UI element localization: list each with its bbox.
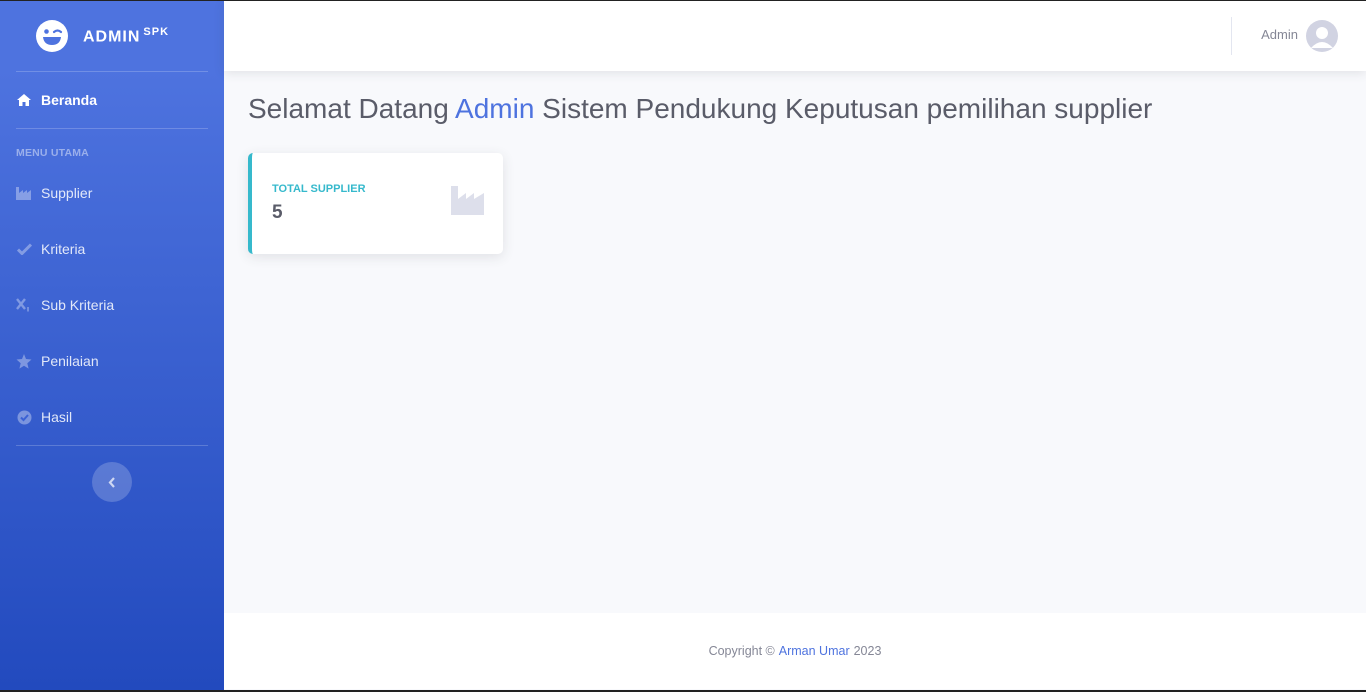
brand-sup: SPK [143,25,170,38]
sidebar-item-label: Penilaian [41,353,99,369]
sidebar-item-hasil[interactable]: Hasil [0,389,224,445]
chevron-left-icon [108,476,115,488]
sidebar-item-supplier[interactable]: Supplier [0,165,224,221]
card-value: 5 [272,202,283,223]
sidebar-item-kriteria[interactable]: Kriteria [0,221,224,277]
subscript-icon [16,297,32,313]
footer: Copyright © Arman Umar 2023 [224,613,1366,689]
footer-author-link[interactable]: Arman Umar [779,644,850,658]
topbar-divider [1231,17,1232,55]
footer-year: 2023 [853,644,882,658]
sidebar-item-label: Supplier [41,185,93,201]
sidebar-item-sub-kriteria[interactable]: Sub Kriteria [0,277,224,333]
industry-icon [16,185,32,201]
sidebar-item-penilaian[interactable]: Penilaian [0,333,224,389]
sidebar: ADMIN SPK Beranda MENU UTAMA Supplier Kri… [0,1,224,690]
title-highlight: Admin [455,93,535,124]
laugh-wink-icon [35,20,68,52]
brand-name: ADMIN [82,28,141,46]
brand[interactable]: ADMIN SPK [0,1,224,71]
sidebar-item-label: Hasil [41,409,73,425]
star-icon [16,353,32,369]
home-icon [16,92,32,108]
sidebar-item-label: Kriteria [41,241,86,257]
footer-copyright: Copyright © [708,644,775,658]
title-pre: Selamat Datang [248,93,456,124]
sidebar-item-beranda[interactable]: Beranda [0,72,224,128]
check-icon [16,241,32,257]
sidebar-toggle-button[interactable] [92,462,132,502]
sidebar-heading: MENU UTAMA [16,147,89,159]
check-circle-icon [16,409,32,425]
user-avatar-icon[interactable] [1306,20,1338,52]
user-name[interactable]: Admin [1261,27,1298,42]
title-post: Sistem Pendukung Keputusan pemilihan sup… [534,93,1153,124]
sidebar-item-label: Beranda [41,92,98,108]
topbar: Admin [224,1,1366,71]
card-label: TOTAL SUPPLIER [272,183,366,195]
page-title: Selamat Datang Admin Sistem Pendukung Ke… [248,93,1152,125]
sidebar-toggle-wrap [0,446,224,502]
industry-icon [451,186,484,215]
brand-text: ADMIN SPK [83,26,169,46]
total-supplier-card: TOTAL SUPPLIER 5 [248,153,503,254]
sidebar-item-label: Sub Kriteria [41,297,115,313]
